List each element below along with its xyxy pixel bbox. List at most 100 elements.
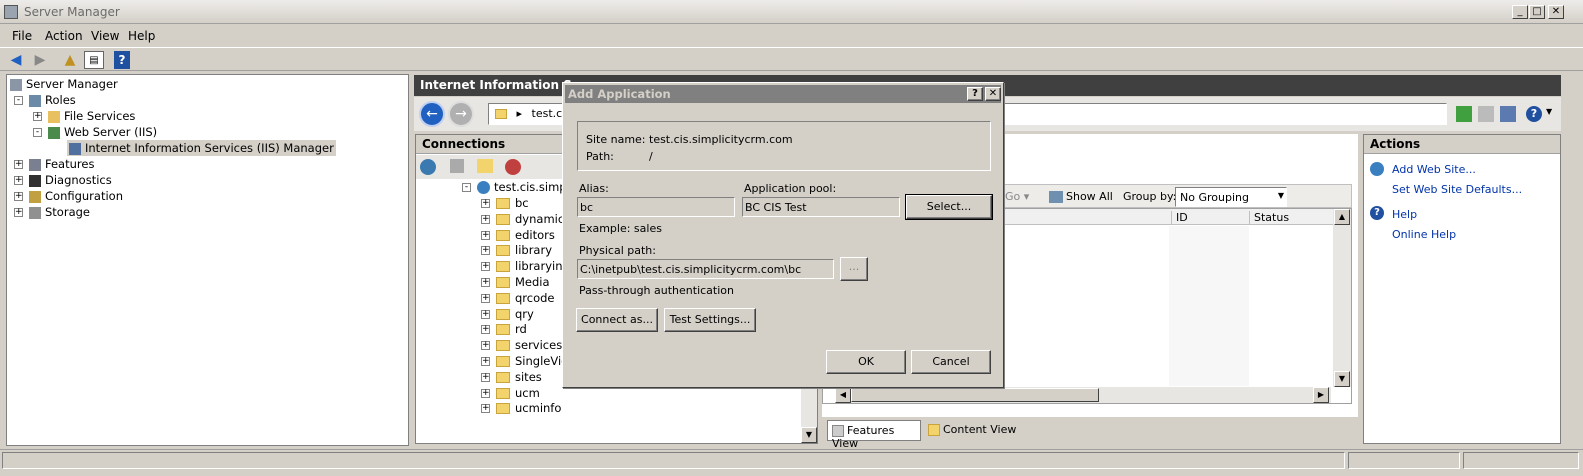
tree-folder[interactable]: sites bbox=[496, 370, 542, 384]
tree-features[interactable]: Features bbox=[29, 157, 94, 171]
up-folder-icon[interactable]: ▲ bbox=[60, 51, 80, 69]
tree-folder[interactable]: ucminfo bbox=[496, 401, 561, 415]
menu-help[interactable]: Help bbox=[128, 29, 155, 43]
refresh-icon[interactable] bbox=[1456, 106, 1472, 122]
physical-path-field[interactable]: C:\inetpub\test.cis.simplicitycrm.com\bc bbox=[577, 259, 834, 279]
connect-icon[interactable] bbox=[420, 159, 436, 175]
expand-storage-icon[interactable]: + bbox=[14, 208, 23, 217]
content-view-tab[interactable]: Content View bbox=[924, 420, 1034, 441]
test-settings-button[interactable]: Test Settings... bbox=[664, 308, 756, 332]
expand-folder-icon[interactable]: + bbox=[481, 372, 490, 382]
tree-storage[interactable]: Storage bbox=[29, 205, 90, 219]
tree-folder[interactable]: services bbox=[496, 338, 562, 352]
expand-diagnostics-icon[interactable]: + bbox=[14, 176, 23, 185]
forward-arrow-icon[interactable]: ▶ bbox=[30, 51, 50, 69]
set-defaults-link[interactable]: Set Web Site Defaults... bbox=[1392, 183, 1522, 196]
stop-icon[interactable] bbox=[1478, 106, 1494, 122]
menu-file[interactable]: File bbox=[12, 29, 32, 43]
connect-as-button[interactable]: Connect as... bbox=[576, 308, 658, 332]
tree-file-services[interactable]: File Services bbox=[48, 109, 135, 123]
cancel-button[interactable]: Cancel bbox=[911, 350, 991, 374]
home-icon[interactable] bbox=[1500, 106, 1516, 122]
group-by-select[interactable]: No Grouping ▼ bbox=[1175, 187, 1287, 207]
hscroll-right-icon[interactable]: ▶ bbox=[1313, 387, 1329, 403]
tree-folder[interactable]: qry bbox=[496, 307, 534, 321]
close-button[interactable]: ✕ bbox=[1548, 5, 1564, 19]
help-link[interactable]: Help bbox=[1392, 208, 1417, 221]
go-icon[interactable]: Go ▾ bbox=[1005, 190, 1029, 203]
browse-button[interactable]: ... bbox=[840, 257, 868, 281]
tree-folder[interactable]: ucm bbox=[496, 386, 540, 400]
folder-label: ucm bbox=[515, 385, 540, 400]
tree-web-server[interactable]: Web Server (IIS) bbox=[48, 125, 157, 139]
hscroll-left-icon[interactable]: ◀ bbox=[835, 387, 851, 403]
expand-folder-icon[interactable]: + bbox=[481, 293, 490, 303]
tree-folder[interactable]: editors bbox=[496, 228, 555, 242]
tree-folder[interactable]: Media bbox=[496, 275, 550, 289]
dialog-help-button[interactable]: ? bbox=[967, 87, 983, 101]
dialog-close-button[interactable]: ✕ bbox=[985, 87, 1001, 101]
alias-field[interactable]: bc bbox=[577, 197, 735, 217]
expand-file-services-icon[interactable]: + bbox=[33, 112, 42, 121]
column-id[interactable]: ID bbox=[1171, 211, 1249, 224]
tree-folder[interactable]: library bbox=[496, 243, 552, 257]
tree-roles[interactable]: Roles bbox=[29, 93, 76, 107]
expand-folder-icon[interactable]: + bbox=[481, 388, 490, 398]
tree-configuration[interactable]: Configuration bbox=[29, 189, 123, 203]
expand-configuration-icon[interactable]: + bbox=[14, 192, 23, 201]
expand-folder-icon[interactable]: + bbox=[481, 214, 490, 224]
tree-diagnostics[interactable]: Diagnostics bbox=[29, 173, 112, 187]
menu-action[interactable]: Action bbox=[45, 29, 83, 43]
online-help-link[interactable]: Online Help bbox=[1392, 228, 1456, 241]
app-pool-field: BC CIS Test bbox=[742, 197, 900, 217]
collapse-site-icon[interactable]: - bbox=[462, 183, 471, 192]
features-view-icon bbox=[832, 425, 844, 437]
collapse-web-server-icon[interactable]: - bbox=[33, 128, 42, 137]
scroll-down-icon[interactable]: ▼ bbox=[801, 427, 817, 443]
list-scroll-down-icon[interactable]: ▼ bbox=[1334, 371, 1350, 387]
list-scroll-up-icon[interactable]: ▲ bbox=[1334, 209, 1350, 225]
list-scrollbar[interactable]: ▲ ▼ bbox=[1333, 209, 1351, 387]
expand-folder-icon[interactable]: + bbox=[481, 325, 490, 335]
minimize-button[interactable]: _ bbox=[1512, 5, 1528, 19]
back-nav-icon[interactable]: ← bbox=[419, 101, 445, 127]
menu-view[interactable]: View bbox=[91, 29, 119, 43]
tree-folder[interactable]: qrcode bbox=[496, 291, 555, 305]
hscroll-thumb[interactable] bbox=[851, 388, 1099, 402]
up-icon[interactable] bbox=[477, 159, 493, 173]
tree-folder[interactable]: rd bbox=[496, 322, 527, 336]
help-icon[interactable]: ? bbox=[114, 51, 130, 69]
features-view-tab[interactable]: Features View bbox=[827, 420, 921, 450]
expand-folder-icon[interactable]: + bbox=[481, 357, 490, 366]
expand-folder-icon[interactable]: + bbox=[481, 199, 490, 208]
expand-folder-icon[interactable]: + bbox=[481, 404, 490, 414]
ok-button[interactable]: OK bbox=[826, 350, 906, 374]
select-pool-button[interactable]: Select... bbox=[905, 194, 993, 220]
column-status[interactable]: Status bbox=[1249, 211, 1333, 224]
help-dropdown-icon[interactable]: ▼ bbox=[1546, 107, 1552, 116]
site-info-box: Site name: test.cis.simplicitycrm.com Pa… bbox=[577, 121, 991, 171]
remove-connection-icon[interactable] bbox=[505, 159, 521, 175]
back-arrow-icon[interactable]: ◀ bbox=[6, 51, 26, 69]
collapse-roles-icon[interactable]: - bbox=[14, 96, 23, 105]
save-icon[interactable] bbox=[450, 159, 464, 173]
add-web-site-link[interactable]: Add Web Site... bbox=[1392, 163, 1476, 176]
expand-features-icon[interactable]: + bbox=[14, 160, 23, 169]
tree-folder[interactable]: bc bbox=[496, 196, 529, 210]
help-nav-icon[interactable]: ? bbox=[1526, 106, 1542, 122]
forward-nav-icon[interactable]: → bbox=[448, 101, 474, 127]
expand-folder-icon[interactable]: + bbox=[481, 230, 490, 240]
tree-root[interactable]: Server Manager bbox=[10, 77, 118, 91]
expand-folder-icon[interactable]: + bbox=[481, 246, 490, 256]
show-hide-tree-icon[interactable]: ▤ bbox=[84, 51, 104, 69]
expand-folder-icon[interactable]: + bbox=[481, 341, 490, 351]
tree-iis-manager[interactable]: Internet Information Services (IIS) Mana… bbox=[67, 140, 336, 156]
expand-folder-icon[interactable]: + bbox=[481, 278, 490, 287]
show-all-button[interactable]: Show All bbox=[1049, 190, 1113, 203]
list-hscrollbar[interactable]: ◀ ▶ bbox=[835, 387, 1331, 403]
expand-folder-icon[interactable]: + bbox=[481, 262, 490, 272]
maximize-button[interactable]: □ bbox=[1529, 5, 1545, 19]
expand-folder-icon[interactable]: + bbox=[481, 309, 490, 319]
tree-folder[interactable]: dynamicp bbox=[496, 212, 571, 226]
chevron-down-icon: ▼ bbox=[1277, 191, 1284, 200]
